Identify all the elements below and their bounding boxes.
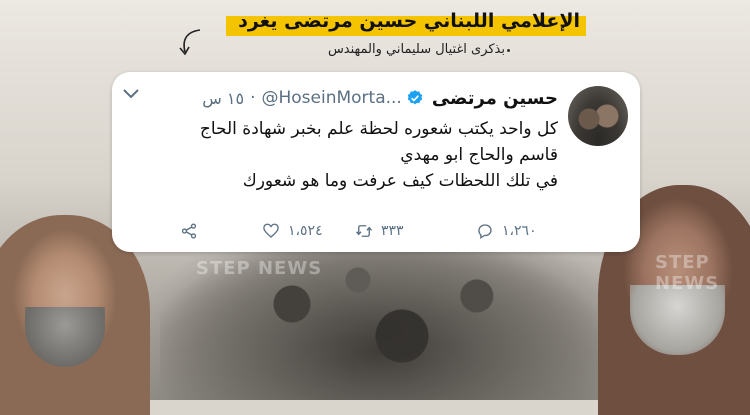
- header-separator: ·: [250, 88, 256, 108]
- avatar[interactable]: [568, 86, 628, 146]
- share-icon: [181, 223, 197, 239]
- watermark-left: STEP NEWS: [196, 258, 323, 279]
- tweet-card[interactable]: حسين مرتضى @HoseinMorta... · ١٥ س كل واح…: [112, 72, 640, 252]
- tweet-timestamp[interactable]: ١٥ س: [202, 89, 244, 108]
- tweet-line-3: في تلك اللحظات كيف عرفت وما هو شعورك: [242, 171, 558, 191]
- like-button[interactable]: ١،٥٢٤: [262, 220, 323, 242]
- like-count: ١،٥٢٤: [288, 223, 323, 239]
- display-name[interactable]: حسين مرتضى: [432, 88, 558, 109]
- tweet-line-2: قاسم والحاج ابو مهدي: [400, 145, 558, 165]
- tweet-header: حسين مرتضى @HoseinMorta... · ١٥ س: [202, 86, 558, 110]
- user-handle[interactable]: @HoseinMorta...: [261, 88, 401, 108]
- tweet-line-1: كل واحد يكتب شعوره لحظة علم بخبر شهادة ا…: [199, 119, 558, 139]
- retweet-count: ٣٣٣: [381, 223, 404, 239]
- chevron-down-icon[interactable]: [122, 88, 140, 100]
- subtitle-bullet: [507, 49, 510, 52]
- verified-badge-icon: [407, 90, 423, 105]
- share-button[interactable]: [180, 220, 198, 242]
- reply-count: ١،٢٦٠: [502, 223, 537, 239]
- tweet-actions: ١،٥٢٤ ٣٣٣ ١،٢٦٠: [181, 220, 550, 242]
- watermark-right: STEP NEWS: [655, 252, 720, 294]
- retweet-button[interactable]: ٣٣٣: [355, 220, 404, 242]
- heart-icon: [263, 223, 279, 238]
- reply-icon: [478, 224, 492, 240]
- curved-arrow-icon: [179, 29, 201, 56]
- tweet-body: كل واحد يكتب شعوره لحظة علم بخبر شهادة ا…: [138, 116, 558, 194]
- headline-subtitle: بذكرى اغتيال سليماني والمهندس: [327, 42, 505, 57]
- headline-banner: الإعلامي اللبناني حسين مرتضى يغرد: [200, 8, 586, 36]
- headline-title: الإعلامي اللبناني حسين مرتضى يغرد: [238, 10, 580, 32]
- retweet-icon: [355, 225, 373, 237]
- reply-button[interactable]: ١،٢٦٠: [476, 220, 537, 242]
